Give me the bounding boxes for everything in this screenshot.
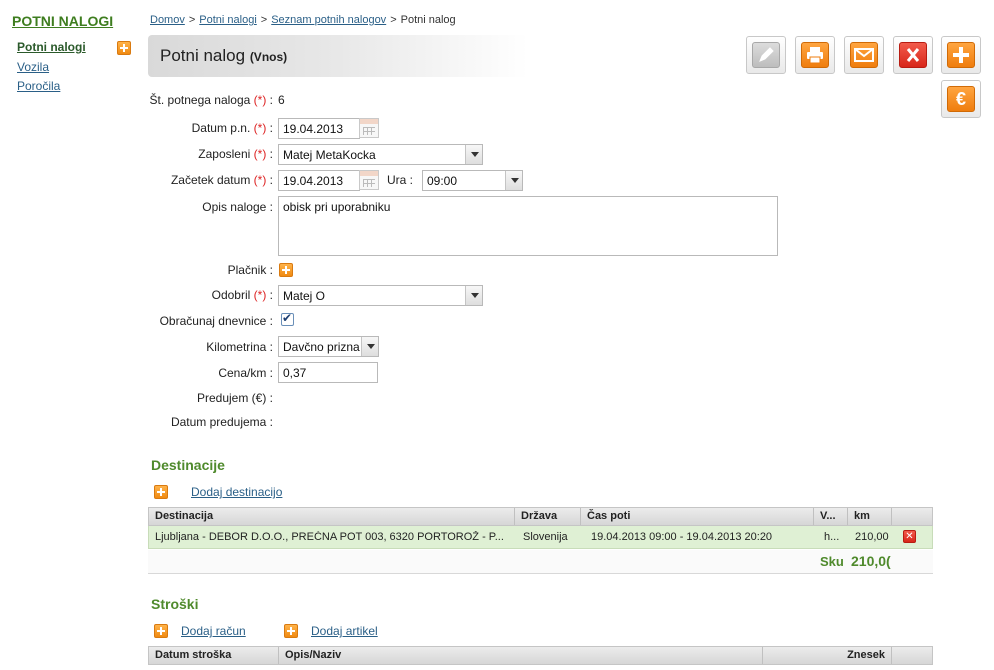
euro-icon: € [947,86,975,112]
add-placnik-icon[interactable] [279,263,293,277]
opis-textarea[interactable]: obisk pri uporabniku [278,196,778,256]
print-button[interactable] [795,36,835,74]
add-destinacija-icon[interactable] [154,485,168,499]
breadcrumb-potni-nalogi[interactable]: Potni nalogi [199,14,257,26]
column-header[interactable]: V... [814,508,848,525]
zaposleni-label: Zaposleni (*) : [198,147,273,161]
cell-km: 210,00 [855,531,889,543]
column-header[interactable]: Destinacija [149,508,515,525]
ura-label: Ura : [387,173,414,187]
destinacije-sum-row: Sku 210,0( [148,550,933,574]
euro-symbol: € [955,89,966,109]
sidebar-title[interactable]: POTNI NALOGI [12,13,113,29]
edit-button[interactable] [746,36,786,74]
chevron-down-icon [505,171,522,190]
placnik-label: Plačnik : [227,263,273,277]
add-racun-icon[interactable] [154,624,168,638]
calendar-icon[interactable] [359,170,379,190]
sum-label: Sku [820,554,844,569]
column-header[interactable]: Znesek [763,647,892,664]
odobril-select[interactable]: Matej O [278,285,483,306]
chevron-down-icon [361,337,378,356]
add-artikel-link[interactable]: Dodaj artikel [311,624,378,638]
breadcrumb-current: Potni nalog [400,14,456,26]
page-mode: (Vnos) [249,50,288,64]
add-button[interactable] [941,36,981,74]
add-icon[interactable] [117,40,131,55]
sidebar: POTNI NALOGI Potni nalogi Vozila Poročil… [0,0,140,670]
stevilka-value: 6 [278,93,285,107]
dnevnice-label: Obračunaj dnevnice : [159,314,273,328]
breadcrumb-separator: > [260,14,268,26]
destinacije-table-header: Destinacija Država Čas poti V... km [148,507,933,526]
euro-button[interactable]: € [941,80,981,118]
plus-icon [947,42,975,68]
dnevnice-checkbox[interactable] [281,311,294,326]
cena-input[interactable] [278,362,378,383]
mail-button[interactable] [844,36,884,74]
zaposleni-select[interactable]: Matej MetaKocka [278,144,483,165]
kilometrina-select[interactable]: Davčno prizna [278,336,379,357]
sidebar-item-porocila[interactable]: Poročila [17,79,60,93]
calendar-icon[interactable] [359,118,379,138]
delete-button[interactable] [893,36,933,74]
breadcrumb-seznam[interactable]: Seznam potnih nalogov [271,14,386,26]
cell-destinacija: Ljubljana - DEBOR D.O.O., PREČNA POT 003… [155,531,504,543]
zacetek-input[interactable] [278,170,360,191]
page-title: Potni nalog (Vnos) [160,46,287,66]
column-header[interactable]: Čas poti [581,508,814,525]
opis-label: Opis naloge : [202,200,273,214]
chevron-down-icon [465,145,482,164]
breadcrumb: Domov > Potni nalogi > Seznam potnih nalogov… [150,14,456,26]
delete-row-icon[interactable]: ✕ [903,530,916,543]
cell-cas: 19.04.2013 09:00 - 19.04.2013 20:20 [591,531,773,543]
datum-predujema-label: Datum predujema : [170,415,273,429]
stevilka-label: Št. potnega naloga (*) : [149,93,273,107]
mail-icon [850,42,878,68]
kilometrina-label: Kilometrina : [206,340,273,354]
destinacije-title: Destinacije [151,457,225,473]
stroski-title: Stroški [151,596,199,612]
zacetek-label: Začetek datum (*) : [170,173,273,187]
add-destinacija-link[interactable]: Dodaj destinacijo [191,485,282,499]
cena-label: Cena/km : [218,366,273,380]
column-header[interactable]: Datum stroška [149,647,279,664]
sidebar-item-potni-nalogi[interactable]: Potni nalogi [17,40,86,54]
sum-value: 210,0( [851,553,891,569]
table-row[interactable]: Ljubljana - DEBOR D.O.O., PREČNA POT 003… [148,526,933,549]
ura-select[interactable]: 09:00 [422,170,523,191]
odobril-label: Odobril (*) : [211,288,273,302]
chevron-down-icon [465,286,482,305]
sidebar-item-vozila[interactable]: Vozila [17,60,49,74]
cell-v: h... [824,531,840,543]
column-header[interactable]: Opis/Naziv [279,647,763,664]
column-header[interactable]: Država [515,508,581,525]
breadcrumb-separator: > [390,14,397,26]
add-artikel-icon[interactable] [284,624,298,638]
predujem-label: Predujem (€) : [196,391,273,405]
add-racun-link[interactable]: Dodaj račun [181,624,246,638]
close-icon [899,42,927,68]
print-icon [801,42,829,68]
cell-drzava: Slovenija [523,531,568,543]
datum-input[interactable] [278,118,360,139]
pencil-icon [752,42,780,68]
datum-label: Datum p.n. (*) : [191,121,273,135]
breadcrumb-separator: > [188,14,196,26]
page-title-text: Potni nalog [160,46,246,65]
breadcrumb-domov[interactable]: Domov [150,14,185,26]
stroski-table-header: Datum stroška Opis/Naziv Znesek [148,646,933,665]
column-header[interactable]: km [848,508,892,525]
